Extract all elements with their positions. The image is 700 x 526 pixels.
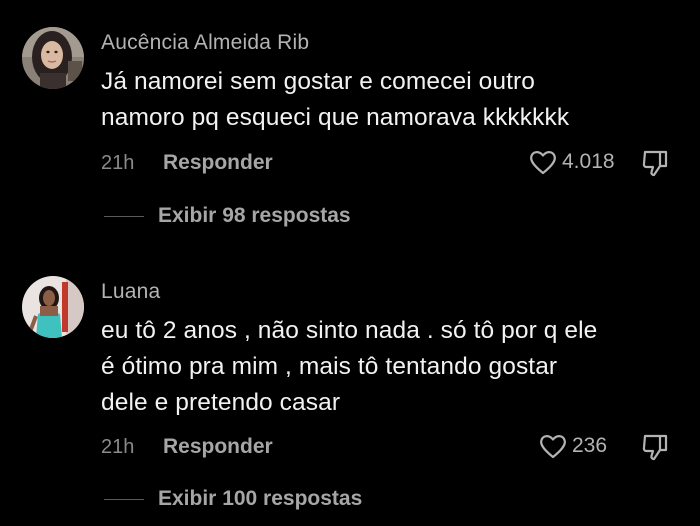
comment-text-line: dele e pretendo casar	[101, 389, 341, 416]
divider	[104, 498, 144, 500]
view-replies-label: Exibir 98 respostas	[158, 204, 351, 227]
avatar-image	[22, 276, 84, 338]
view-replies-button[interactable]: Exibir 100 respostas	[104, 487, 362, 511]
comment-author[interactable]: Aucência Almeida Rib	[101, 31, 309, 55]
heart-outline-icon	[530, 151, 556, 175]
view-replies-label: Exibir 100 respostas	[158, 487, 363, 510]
comment-item: Luana eu tô 2 anos , não sinto nada . só…	[0, 240, 700, 526]
thumbs-down-icon	[642, 150, 668, 177]
comment-text: eu tô 2 anos , não sinto nada . só tô po…	[101, 313, 681, 421]
reply-button[interactable]: Responder	[163, 435, 273, 459]
comment-text-line: Já namorei sem gostar e comecei outro	[101, 68, 536, 95]
avatar[interactable]	[22, 276, 84, 338]
like-button[interactable]: 4.018	[528, 148, 615, 176]
dislike-button[interactable]	[641, 432, 669, 467]
dislike-button[interactable]	[641, 148, 669, 183]
comment-item: Aucência Almeida Rib Já namorei sem gost…	[0, 0, 700, 240]
avatar[interactable]	[22, 27, 84, 89]
comment-text: Já namorei sem gostar e comecei outro na…	[101, 64, 681, 136]
like-count: 236	[572, 434, 608, 457]
view-replies-button[interactable]: Exibir 98 respostas	[104, 204, 351, 228]
heart-outline-icon	[540, 435, 566, 459]
comment-text-line: é ótimo pra mim , mais tô tentando gosta…	[101, 353, 558, 380]
avatar-image	[22, 27, 84, 89]
like-count: 4.018	[562, 150, 615, 173]
reply-button[interactable]: Responder	[163, 151, 273, 175]
like-button[interactable]: 236	[538, 432, 607, 460]
comment-time: 21h	[101, 152, 135, 174]
comment-time: 21h	[101, 436, 135, 458]
divider	[104, 215, 144, 217]
comment-author[interactable]: Luana	[101, 280, 160, 304]
comment-text-line: eu tô 2 anos , não sinto nada . só tô po…	[101, 317, 598, 344]
thumbs-down-icon	[642, 434, 668, 461]
comment-text-line: namoro pq esqueci que namorava kkkkkkk	[101, 104, 570, 131]
